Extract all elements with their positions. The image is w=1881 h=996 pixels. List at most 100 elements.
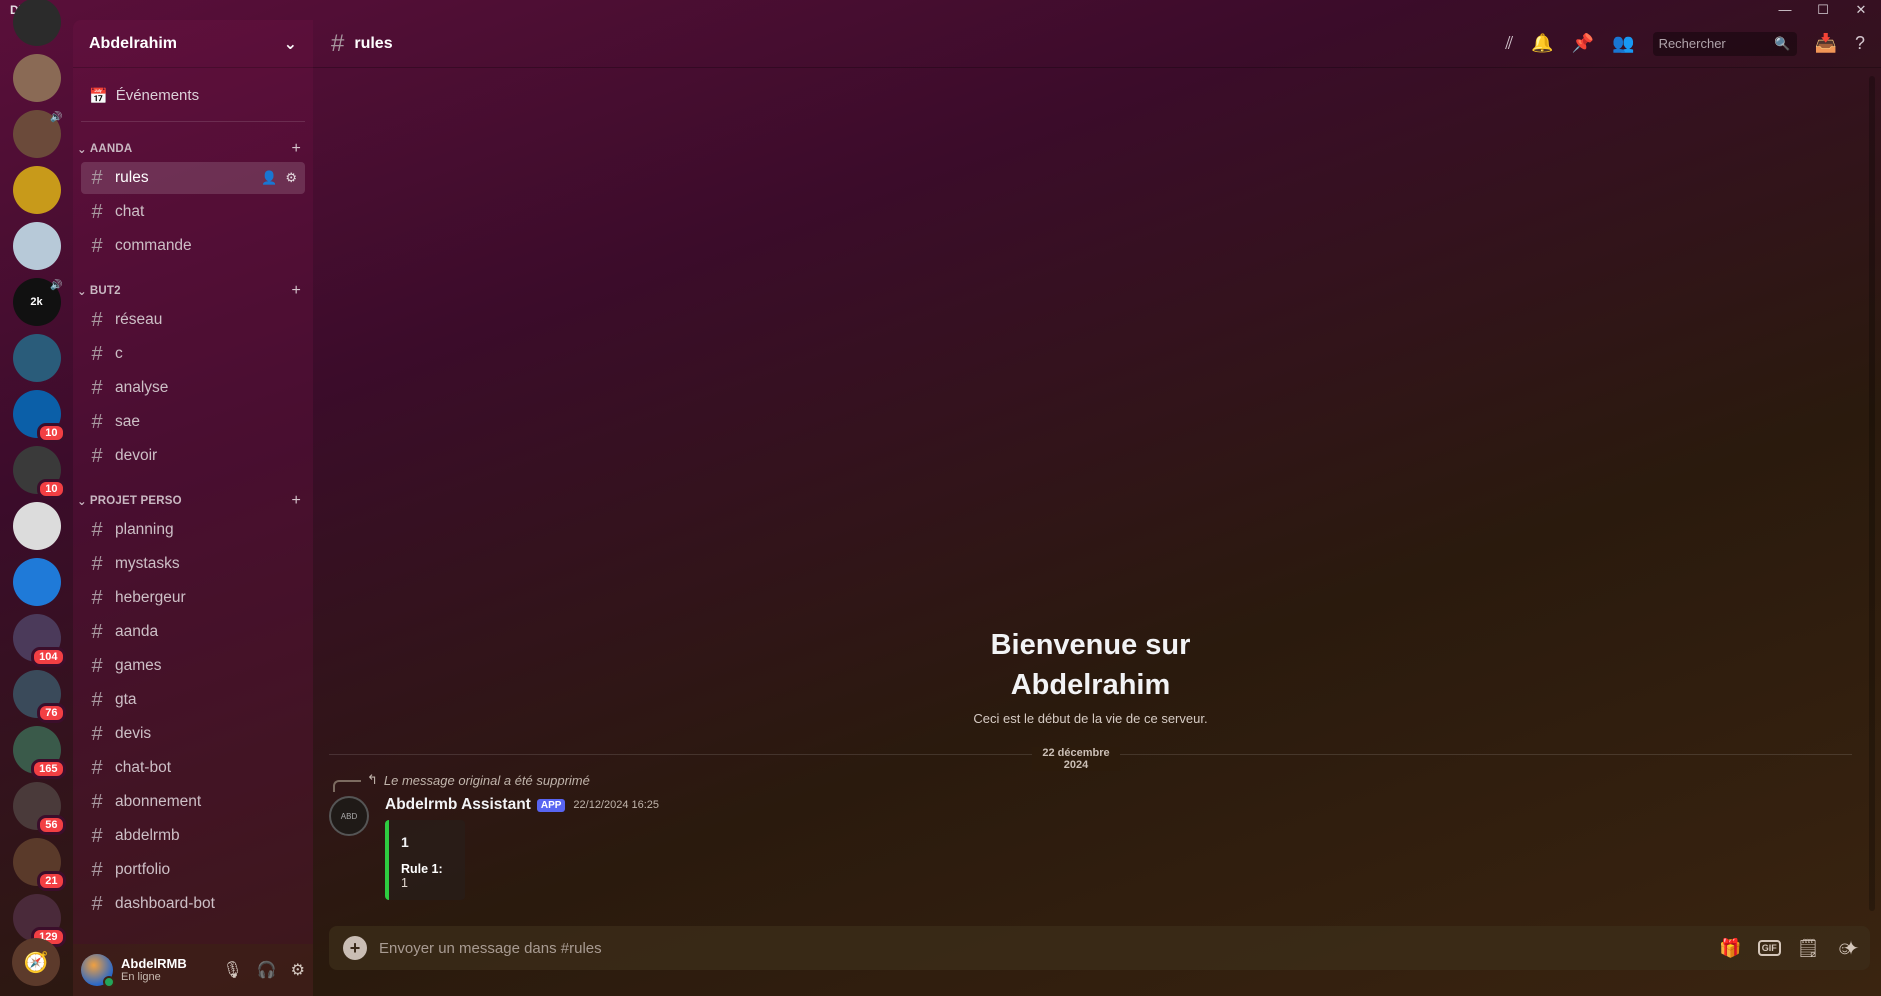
channel-name: rules <box>354 34 393 52</box>
create-channel-button[interactable]: + <box>291 140 301 158</box>
hash-icon: # <box>91 688 103 711</box>
channel-item[interactable]: # chat <box>81 196 305 228</box>
discover-button[interactable]: 🧭 <box>12 938 60 986</box>
headphones-icon[interactable]: 🎧 <box>257 960 277 980</box>
server-icon[interactable] <box>12 166 61 214</box>
server-icon[interactable]: 🔊 <box>12 110 63 158</box>
message-author[interactable]: Abdelrmb Assistant <box>385 796 531 814</box>
minimize-button[interactable]: — <box>1775 2 1795 18</box>
date-divider-label: 22 décembre 2024 <box>1032 747 1120 771</box>
chevron-down-icon: ⌄ <box>77 286 87 298</box>
channel-item[interactable]: # gta <box>81 684 305 716</box>
channel-title: # rules <box>331 30 393 58</box>
channel-item[interactable]: # mystasks <box>81 548 305 580</box>
inbox-icon[interactable]: 📥 <box>1815 33 1837 54</box>
user-status: En ligne <box>121 971 161 983</box>
scrollbar[interactable] <box>1869 76 1875 911</box>
reply-spine <box>333 780 361 792</box>
apps-button[interactable]: ✦ <box>1829 926 1873 970</box>
sticker-icon[interactable]: 🗒 <box>1797 938 1820 959</box>
channel-item[interactable]: # portfolio <box>81 854 305 886</box>
channel-item[interactable]: # abonnement <box>81 786 305 818</box>
channel-item[interactable]: # dashboard-bot <box>81 888 305 920</box>
hash-icon: # <box>331 29 345 57</box>
server-icon[interactable] <box>12 334 61 382</box>
channel-item[interactable]: # devis <box>81 718 305 750</box>
gift-icon[interactable]: 🎁 <box>1719 938 1741 959</box>
channel-item[interactable]: # analyse <box>81 372 305 404</box>
mention-badge: 165 <box>31 759 66 779</box>
category-header[interactable]: ⌄ AANDA + <box>73 140 313 158</box>
maximize-button[interactable]: ☐ <box>1813 2 1833 18</box>
channel-item[interactable]: # chat-bot <box>81 752 305 784</box>
server-icon[interactable]: 10 <box>12 390 66 443</box>
window-titlebar: Discord — ☐ ✕ <box>0 0 1881 20</box>
server-icon[interactable] <box>12 0 61 46</box>
message-input[interactable] <box>379 939 1708 957</box>
members-icon[interactable]: 👥 <box>1612 33 1634 54</box>
welcome-title: Bienvenue sur Abdelrahim <box>313 625 1868 705</box>
channel-item[interactable]: # sae <box>81 406 305 438</box>
pin-icon[interactable]: 📌 <box>1572 33 1594 54</box>
reply-reference[interactable]: ↰ Le message original a été supprimé <box>333 772 590 792</box>
server-icon[interactable] <box>12 222 61 270</box>
invite-icon[interactable]: 👤 <box>261 170 277 186</box>
avatar[interactable] <box>81 954 115 988</box>
channel-label: abdelrmb <box>115 827 180 844</box>
channel-label: dashboard-bot <box>115 895 215 912</box>
help-icon[interactable]: ? <box>1855 33 1865 54</box>
channel-item[interactable]: # hebergeur <box>81 582 305 614</box>
create-channel-button[interactable]: + <box>291 282 301 300</box>
embed-field: Rule 1: 1 <box>401 862 453 890</box>
server-icon[interactable] <box>12 54 61 102</box>
user-info[interactable]: AbdelRMB En ligne <box>121 956 187 984</box>
user-panel: AbdelRMB En ligne 🎙 🎧 ⚙ <box>73 944 313 996</box>
channel-item[interactable]: # rules 👤 ⚙ <box>81 162 305 194</box>
server-icon[interactable]: 104 <box>12 614 66 667</box>
server-icon[interactable]: 56 <box>12 782 66 835</box>
channel-item[interactable]: # c <box>81 338 305 370</box>
channel-header: # rules ⫽ 🔔 📌 👥 Rechercher 🔍 📥 ? <box>313 20 1881 68</box>
window-controls: — ☐ ✕ <box>1775 2 1871 18</box>
channel-item[interactable]: # commande <box>81 230 305 262</box>
events-item[interactable]: 📅 Événements <box>81 78 305 122</box>
reply-arrow-icon: ↰ <box>367 772 378 787</box>
microphone-icon[interactable]: 🎙 <box>222 960 242 980</box>
hash-icon: # <box>91 376 103 399</box>
embed-field-value: 1 <box>401 876 408 890</box>
server-icon[interactable] <box>12 502 61 550</box>
close-button[interactable]: ✕ <box>1851 2 1871 18</box>
welcome-section: Bienvenue sur Abdelrahim Ceci est le déb… <box>313 625 1868 726</box>
category-header[interactable]: ⌄ PROJET PERSO + <box>73 492 313 510</box>
channel-item[interactable]: # devoir <box>81 440 305 472</box>
add-attachment-button[interactable]: + <box>343 936 367 960</box>
server-icon[interactable] <box>12 558 61 606</box>
channel-item[interactable]: # aanda <box>81 616 305 648</box>
server-icon[interactable]: 165 <box>12 726 66 779</box>
server-icon[interactable]: 2k 🔊 <box>12 278 63 326</box>
bell-icon[interactable]: 🔔 <box>1531 33 1553 54</box>
channel-item[interactable]: # planning <box>81 514 305 546</box>
gif-button[interactable]: GIF <box>1757 940 1781 956</box>
gear-icon[interactable]: ⚙ <box>291 960 305 980</box>
message-embed: 1 Rule 1: 1 <box>385 820 465 900</box>
channel-label: planning <box>115 521 174 538</box>
apps-icon: ✦ <box>1842 937 1860 960</box>
server-icon[interactable]: 76 <box>12 670 66 723</box>
server-icon[interactable]: 10 <box>12 446 66 499</box>
search-input[interactable]: Rechercher 🔍 <box>1652 31 1797 56</box>
guild-header[interactable]: Abdelrahim ⌄ <box>73 20 313 68</box>
server-icon[interactable]: 21 <box>12 838 66 891</box>
channel-item[interactable]: # abdelrmb <box>81 820 305 852</box>
threads-icon[interactable]: ⫽ <box>1505 33 1513 54</box>
gear-icon[interactable]: ⚙ <box>285 170 297 186</box>
channel-item[interactable]: # games <box>81 650 305 682</box>
category-header[interactable]: ⌄ BUT2 + <box>73 282 313 300</box>
hash-icon: # <box>91 858 103 881</box>
server-icon[interactable]: 129 <box>12 894 66 947</box>
message-avatar[interactable]: ABD <box>329 796 369 836</box>
channel-item[interactable]: # réseau <box>81 304 305 336</box>
channel-label: chat-bot <box>115 759 172 776</box>
channel-label: devoir <box>115 447 158 464</box>
create-channel-button[interactable]: + <box>291 492 301 510</box>
